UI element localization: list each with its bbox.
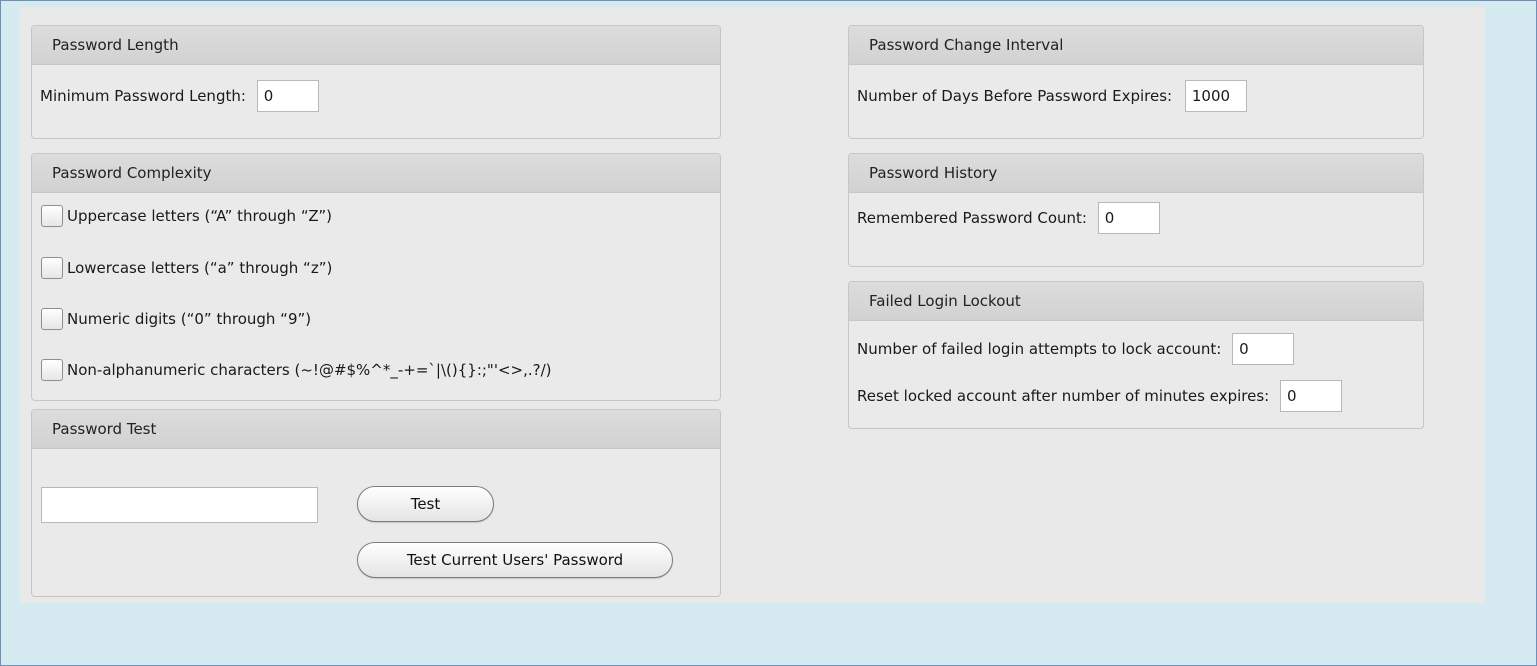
password-change-interval-header: Password Change Interval — [849, 26, 1423, 65]
numeric-label: Numeric digits (“0” through “9”) — [67, 310, 312, 328]
days-before-expire-label: Number of Days Before Password Expires: — [857, 87, 1173, 105]
password-complexity-group: Password Complexity Uppercase letters (“… — [31, 153, 721, 401]
password-history-header: Password History — [849, 154, 1423, 193]
numeric-checkbox[interactable] — [41, 308, 63, 330]
lowercase-label: Lowercase letters (“a” through “z”) — [67, 259, 333, 277]
numeric-option[interactable]: Numeric digits (“0” through “9”) — [41, 308, 311, 330]
password-test-input[interactable] — [41, 487, 318, 523]
reset-minutes-label: Reset locked account after number of min… — [857, 387, 1270, 405]
failed-attempts-input[interactable]: 0 — [1232, 333, 1295, 365]
settings-panel: Password Length Minimum Password Length:… — [20, 7, 1485, 603]
remembered-password-count-input[interactable]: 0 — [1097, 202, 1160, 234]
password-change-interval-group: Password Change Interval Number of Days … — [848, 25, 1424, 139]
password-test-group: Password Test Test Test Current Users' P… — [31, 409, 721, 597]
non-alphanumeric-label: Non-alphanumeric characters (~!@#$%^*_-+… — [67, 361, 552, 379]
non-alphanumeric-option[interactable]: Non-alphanumeric characters (~!@#$%^*_-+… — [41, 359, 552, 381]
lowercase-checkbox[interactable] — [41, 257, 63, 279]
days-before-expire-input[interactable]: 1000 — [1184, 80, 1247, 112]
password-complexity-header: Password Complexity — [32, 154, 720, 193]
reset-minutes-input[interactable]: 0 — [1279, 380, 1342, 412]
password-test-header: Password Test — [32, 410, 720, 449]
lowercase-option[interactable]: Lowercase letters (“a” through “z”) — [41, 257, 332, 279]
uppercase-option[interactable]: Uppercase letters (“A” through “Z”) — [41, 205, 332, 227]
password-length-group: Password Length Minimum Password Length:… — [31, 25, 721, 139]
min-password-length-input[interactable]: 0 — [256, 80, 319, 112]
test-button[interactable]: Test — [357, 486, 494, 522]
password-length-header: Password Length — [32, 26, 720, 65]
test-current-users-password-button[interactable]: Test Current Users' Password — [357, 542, 673, 578]
password-history-group: Password History Remembered Password Cou… — [848, 153, 1424, 267]
uppercase-label: Uppercase letters (“A” through “Z”) — [67, 207, 332, 225]
non-alphanumeric-checkbox[interactable] — [41, 359, 63, 381]
remembered-password-count-label: Remembered Password Count: — [857, 209, 1087, 227]
window-frame: Password Length Minimum Password Length:… — [0, 0, 1537, 666]
failed-login-lockout-group: Failed Login Lockout Number of failed lo… — [848, 281, 1424, 429]
failed-login-lockout-header: Failed Login Lockout — [849, 282, 1423, 321]
min-password-length-label: Minimum Password Length: — [40, 87, 246, 105]
failed-attempts-label: Number of failed login attempts to lock … — [857, 340, 1222, 358]
uppercase-checkbox[interactable] — [41, 205, 63, 227]
